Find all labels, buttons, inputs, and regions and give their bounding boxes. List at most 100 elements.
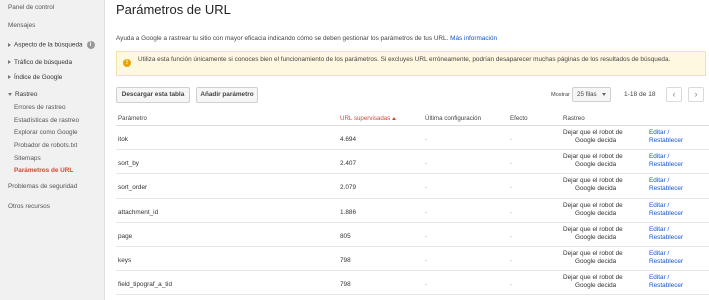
- sidebar-item-label: Probador de robots.txt: [14, 142, 78, 149]
- header-parameter[interactable]: Parámetro: [118, 115, 147, 122]
- crawl-line2: Google decida: [575, 282, 617, 290]
- reset-link[interactable]: Restablecer: [649, 282, 683, 289]
- table-row: keys 798 - - Dejar que el robot de Google…: [116, 247, 709, 272]
- header-last-config[interactable]: Última configuración: [425, 115, 481, 122]
- sidebar-item-indice-google[interactable]: Índice de Google: [8, 74, 62, 82]
- edit-link[interactable]: Editar /: [649, 202, 669, 209]
- reset-link[interactable]: Restablecer: [649, 210, 683, 217]
- edit-link[interactable]: Editar /: [649, 250, 669, 257]
- info-icon[interactable]: i: [86, 41, 95, 49]
- cell-effect: -: [510, 256, 513, 264]
- cell-parameter: field_tipograf_a_tid: [118, 281, 173, 289]
- sidebar-item-sitemaps[interactable]: Sitemaps: [14, 155, 41, 163]
- cell-monitored-urls: 4.694: [340, 136, 356, 143]
- sidebar-item-rastreo[interactable]: Rastreo: [8, 91, 37, 99]
- edit-link[interactable]: Editar /: [649, 177, 669, 184]
- cell-last-config: -: [425, 136, 428, 143]
- cell-monitored-urls: 798: [340, 256, 351, 264]
- edit-reset-link[interactable]: Editar / Restablecer: [649, 177, 683, 193]
- header-effect[interactable]: Efecto: [510, 115, 528, 122]
- cell-crawl: Dejar que el robot de Google decida: [563, 202, 639, 218]
- chevron-right-icon: [8, 75, 11, 80]
- table-row: sort_by 2.407 - - Dejar que el robot de G…: [116, 150, 709, 175]
- header-monitored-urls[interactable]: URL supervisadas: [340, 115, 397, 122]
- table-row: page 805 - - Dejar que el robot de Google…: [116, 223, 709, 247]
- sidebar-item-label: Otros recursos: [8, 203, 50, 210]
- edit-reset-link[interactable]: Editar / Restablecer: [649, 274, 683, 290]
- rows-per-page-select[interactable]: 25 filas: [572, 87, 611, 102]
- cell-parameter: sort_by: [118, 160, 139, 168]
- cell-monitored-urls: 805: [340, 232, 351, 240]
- header-monitored-urls-label: URL supervisadas: [340, 115, 391, 122]
- sidebar-item-label: Mensajes: [8, 22, 36, 29]
- sort-ascending-icon: [392, 116, 397, 120]
- cell-parameter: attachment_id: [118, 208, 159, 216]
- sidebar: Panel de control Mensajes Aspecto de la …: [0, 0, 105, 300]
- cell-crawl: Dejar que el robot de Google decida: [563, 274, 639, 290]
- sidebar-item-label: Panel de control: [8, 4, 55, 11]
- cell-monitored-urls: 2.079: [340, 184, 356, 192]
- warning-icon: !: [123, 59, 131, 67]
- reset-link[interactable]: Restablecer: [649, 137, 683, 144]
- sidebar-item-aspecto-busqueda[interactable]: Aspecto de la búsqueda i: [8, 41, 95, 50]
- edit-link[interactable]: Editar /: [649, 274, 669, 281]
- cell-last-config: -: [425, 208, 428, 216]
- crawl-line1: Dejar que el robot de: [563, 249, 623, 257]
- sidebar-item-panel-de-control[interactable]: Panel de control: [8, 4, 54, 12]
- cell-effect: -: [510, 208, 513, 216]
- chevron-down-icon: [8, 92, 12, 96]
- warning-banner: ! Utiliza esta función únicamente si con…: [116, 51, 706, 76]
- cell-last-config: -: [425, 184, 428, 192]
- sidebar-item-errores-rastreo[interactable]: Errores de rastreo: [14, 104, 66, 112]
- edit-reset-link[interactable]: Editar / Restablecer: [649, 202, 683, 218]
- sidebar-item-parametros-url[interactable]: Parámetros de URL: [14, 167, 73, 175]
- edit-link[interactable]: Editar /: [649, 129, 669, 136]
- reset-link[interactable]: Restablecer: [649, 234, 683, 241]
- edit-reset-link[interactable]: Editar / Restablecer: [649, 129, 683, 145]
- crawl-line2: Google decida: [575, 137, 617, 144]
- table-row: itok 4.694 - - Dejar que el robot de Goog…: [116, 126, 709, 151]
- sidebar-item-probador-robots[interactable]: Probador de robots.txt: [14, 142, 77, 150]
- sidebar-item-otros-recursos[interactable]: Otros recursos: [8, 203, 50, 211]
- crawl-line1: Dejar que el robot de: [563, 129, 623, 136]
- reset-link[interactable]: Restablecer: [649, 185, 683, 192]
- sidebar-item-problemas-seguridad[interactable]: Problemas de seguridad: [8, 183, 77, 191]
- crawl-line2: Google decida: [575, 185, 617, 193]
- crawl-line1: Dejar que el robot de: [563, 177, 623, 185]
- download-table-button[interactable]: Descargar esta tabla: [116, 87, 190, 103]
- edit-link[interactable]: Editar /: [649, 153, 669, 160]
- sidebar-item-estadisticas-rastreo[interactable]: Estadísticas de rastreo: [14, 117, 79, 125]
- crawl-line1: Dejar que el robot de: [563, 201, 623, 209]
- edit-link[interactable]: Editar /: [649, 226, 669, 233]
- sidebar-item-label: Problemas de seguridad: [8, 183, 78, 190]
- sidebar-item-mensajes[interactable]: Mensajes: [8, 22, 35, 30]
- intro-description: Ayuda a Google a rastrear tu sitio con m…: [116, 35, 449, 42]
- sidebar-item-label: Índice de Google: [14, 74, 63, 81]
- cell-effect: -: [510, 232, 513, 240]
- cell-effect: -: [510, 160, 513, 168]
- next-page-button[interactable]: ›: [688, 87, 704, 102]
- edit-reset-link[interactable]: Editar / Restablecer: [649, 153, 683, 169]
- cell-monitored-urls: 1.886: [340, 208, 356, 216]
- cell-crawl: Dejar que el robot de Google decida: [563, 250, 639, 266]
- chevron-down-icon: [602, 93, 606, 96]
- previous-page-button[interactable]: ‹: [666, 87, 682, 102]
- chevron-right-icon: [8, 60, 11, 65]
- edit-reset-link[interactable]: Editar / Restablecer: [649, 250, 683, 266]
- sidebar-item-trafico-busqueda[interactable]: Tráfico de búsqueda: [8, 59, 72, 67]
- cell-monitored-urls: 2.407: [340, 160, 356, 168]
- header-crawl[interactable]: Rastreo: [563, 115, 585, 122]
- cell-crawl: Dejar que el robot de Google decida: [563, 129, 639, 145]
- more-info-link[interactable]: Más información: [450, 35, 497, 42]
- add-parameter-button[interactable]: Añadir parámetro: [196, 87, 258, 103]
- reset-link[interactable]: Restablecer: [649, 258, 683, 265]
- cell-parameter: page: [118, 232, 133, 240]
- reset-link[interactable]: Restablecer: [649, 161, 683, 168]
- sidebar-item-label: Parámetros de URL: [14, 167, 74, 174]
- sidebar-item-label: Aspecto de la búsqueda: [14, 41, 83, 49]
- sidebar-item-explorar-como-google[interactable]: Explorar como Google: [14, 129, 78, 137]
- edit-reset-link[interactable]: Editar / Restablecer: [649, 226, 683, 242]
- crawl-line2: Google decida: [575, 161, 617, 169]
- cell-monitored-urls: 798: [340, 281, 351, 289]
- crawl-line1: Dejar que el robot de: [563, 153, 623, 161]
